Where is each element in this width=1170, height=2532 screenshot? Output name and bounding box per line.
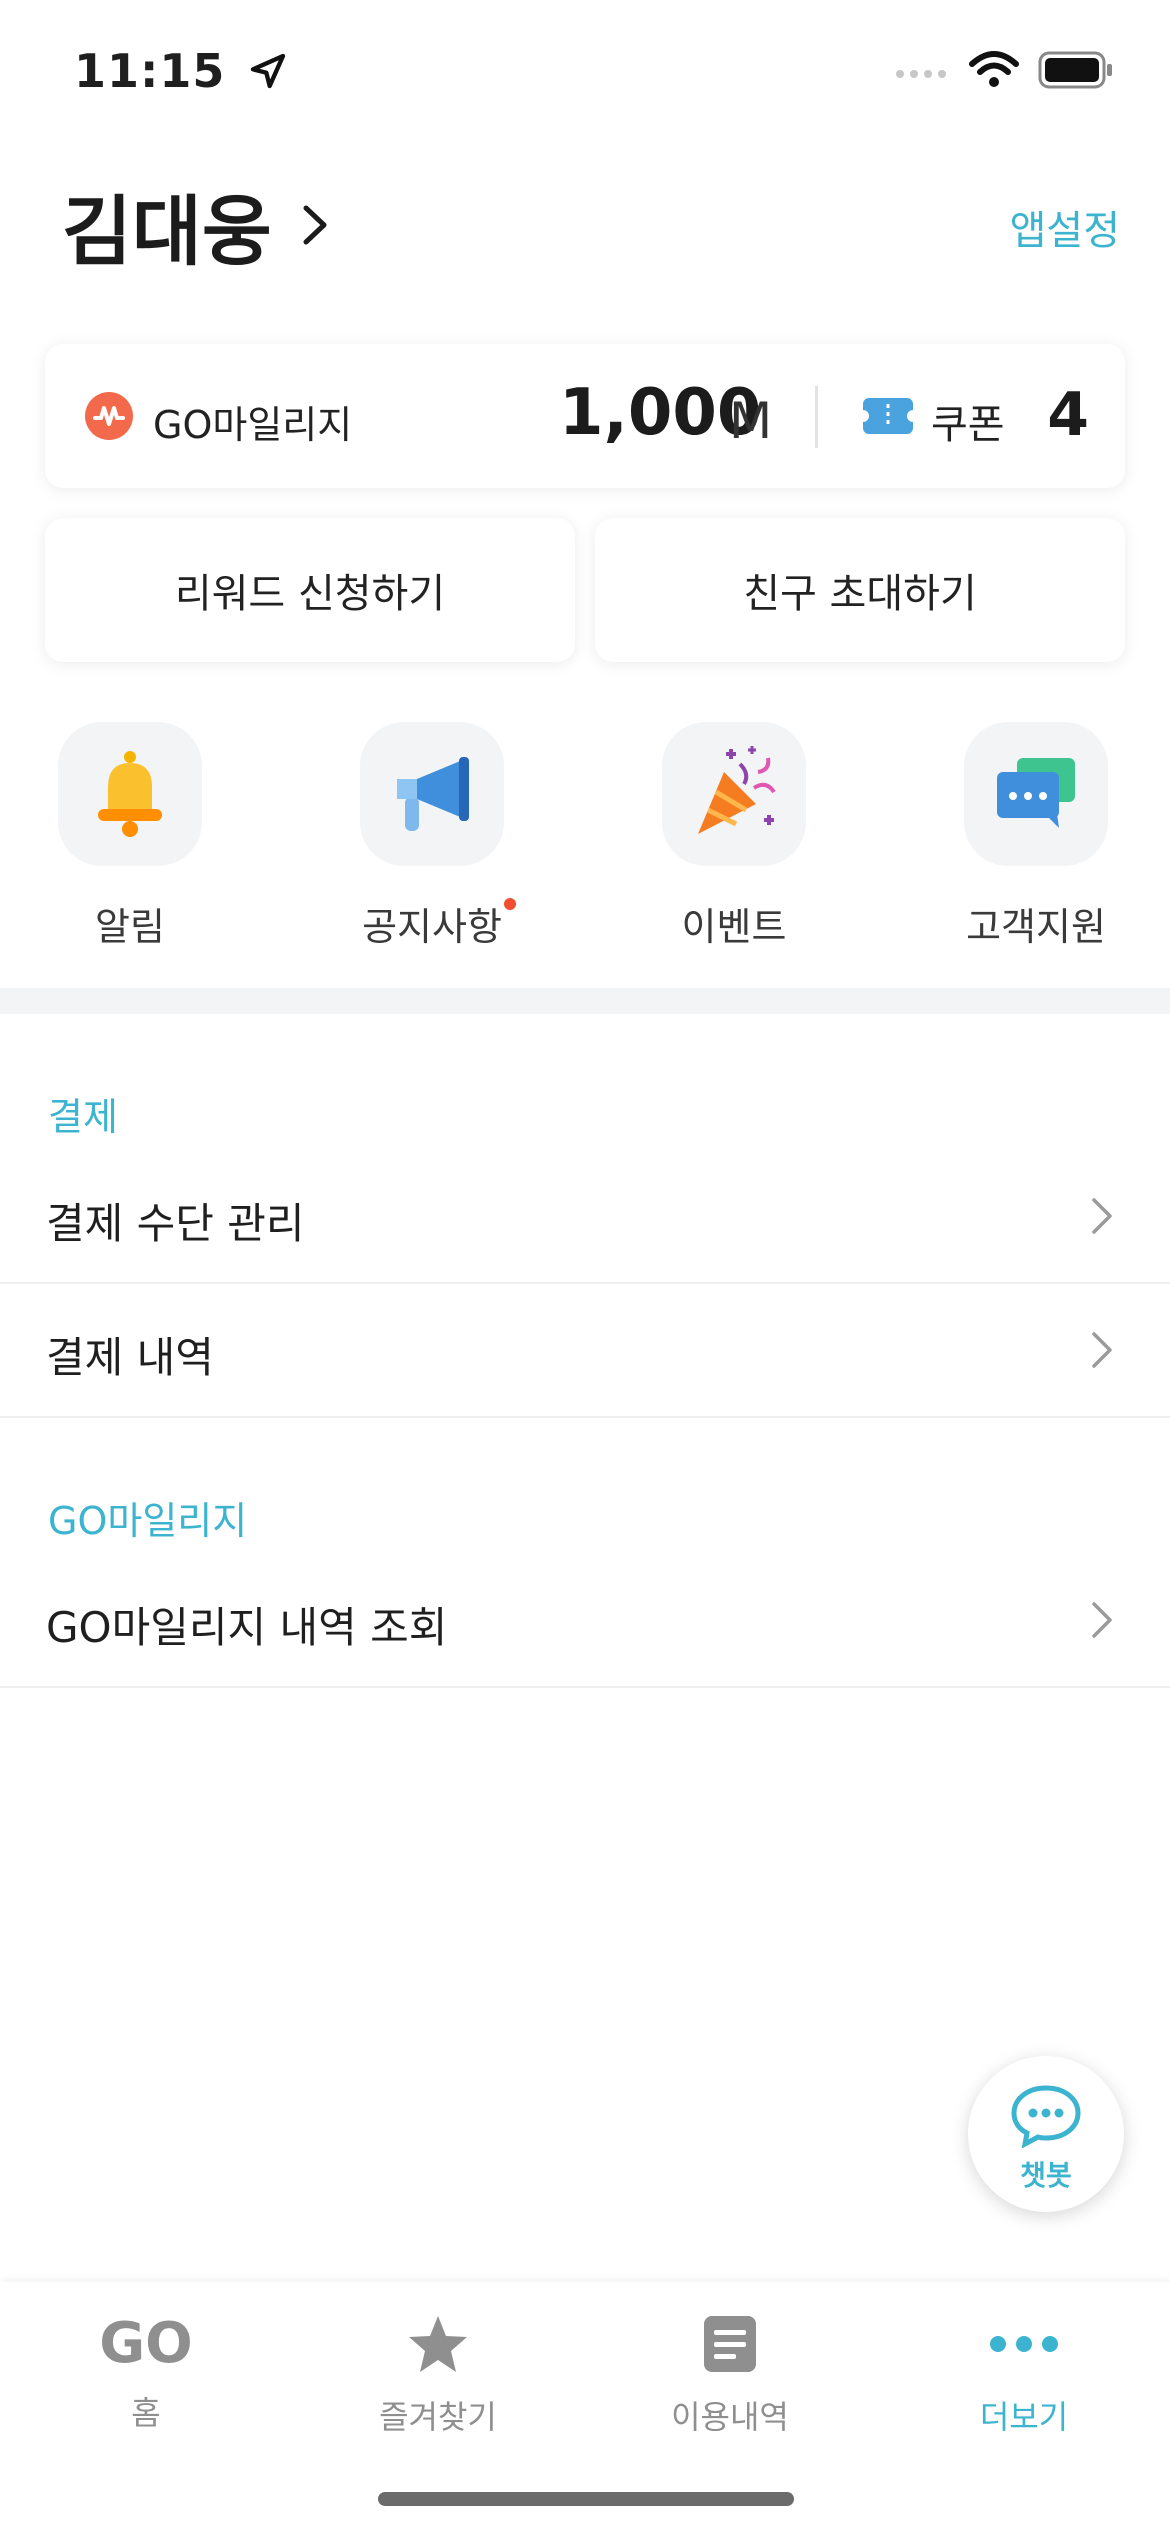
tab-label: 이용내역 [671,2398,789,2436]
mileage-label: GO마일리지 [153,403,353,447]
new-badge-dot [503,898,516,910]
chatbot-label: 챗봇 [1020,2159,1072,2192]
coupon-label: 쿠폰 [931,402,1005,448]
status-time: 11:15 [74,44,288,98]
app-settings-link[interactable]: 앱설정 [1010,198,1120,256]
party-popper-icon [662,722,806,866]
tab-favorites[interactable]: 즐겨찾기 [338,2312,538,2438]
chevron-right-icon [303,205,327,245]
quick-menu-support[interactable]: 고객지원 [936,722,1136,951]
chatbot-button[interactable]: 챗봇 [968,2056,1124,2212]
quick-menu-notice[interactable]: 공지사항 [332,722,532,951]
cellular-signal-icon [896,70,946,78]
tab-home[interactable]: GO 홈 [46,2312,246,2434]
more-dots-icon [990,2336,1058,2352]
tab-more[interactable]: 더보기 [924,2312,1124,2438]
menu-row-payment-methods[interactable]: 결제 수단 관리 [0,1148,1170,1284]
quick-menu-label: 고객지원 [966,905,1106,949]
quick-menu-label: 알림 [95,905,165,949]
mileage-icon [85,392,133,440]
status-icons [894,50,1114,90]
tab-label: 홈 [131,2394,161,2432]
chevron-right-icon [1092,1602,1112,1638]
megaphone-icon [360,722,504,866]
coupon-icon [857,398,919,434]
mileage-card[interactable]: GO마일리지 1,000 M 쿠폰 4 [45,344,1125,488]
section-divider [0,988,1170,1014]
user-name: 김대웅 [62,187,272,276]
menu-row-label: 결제 수단 관리 [46,1199,305,1248]
section-title-payment: 결제 [48,1095,118,1139]
tab-label: 더보기 [979,2398,1069,2436]
card-divider [815,386,818,448]
mileage-unit: M [729,392,773,450]
menu-row-label: GO마일리지 내역 조회 [46,1603,448,1652]
location-arrow-icon [251,53,286,89]
user-profile-link[interactable]: 김대웅 [62,170,330,280]
quick-menu-label: 이벤트 [681,905,787,949]
invite-friend-button[interactable]: 친구 초대하기 [595,518,1125,662]
menu-row-mileage-history[interactable]: GO마일리지 내역 조회 [0,1552,1170,1688]
go-logo-icon: GO [99,2311,193,2376]
reward-request-button[interactable]: 리워드 신청하기 [45,518,575,662]
coupon-count: 4 [1047,380,1089,450]
menu-row-label: 결제 내역 [46,1333,214,1382]
chat-bubbles-icon [964,722,1108,866]
quick-menu-label: 공지사항 [362,896,516,951]
menu-row-payment-history[interactable]: 결제 내역 [0,1282,1170,1418]
chevron-right-icon [1092,1198,1112,1234]
chat-bubble-icon [1011,2085,1081,2149]
section-title-mileage: GO마일리지 [48,1499,248,1543]
wifi-icon [969,51,1019,87]
tab-history[interactable]: 이용내역 [630,2312,830,2438]
tab-label: 즐겨찾기 [379,2398,497,2436]
document-icon [704,2316,756,2372]
star-icon [409,2316,467,2372]
battery-icon [1038,51,1112,89]
home-indicator [378,2492,794,2506]
quick-menu-event[interactable]: 이벤트 [634,722,834,951]
bell-icon [58,722,202,866]
chevron-right-icon [1092,1332,1112,1368]
quick-menu-notifications[interactable]: 알림 [30,722,230,951]
